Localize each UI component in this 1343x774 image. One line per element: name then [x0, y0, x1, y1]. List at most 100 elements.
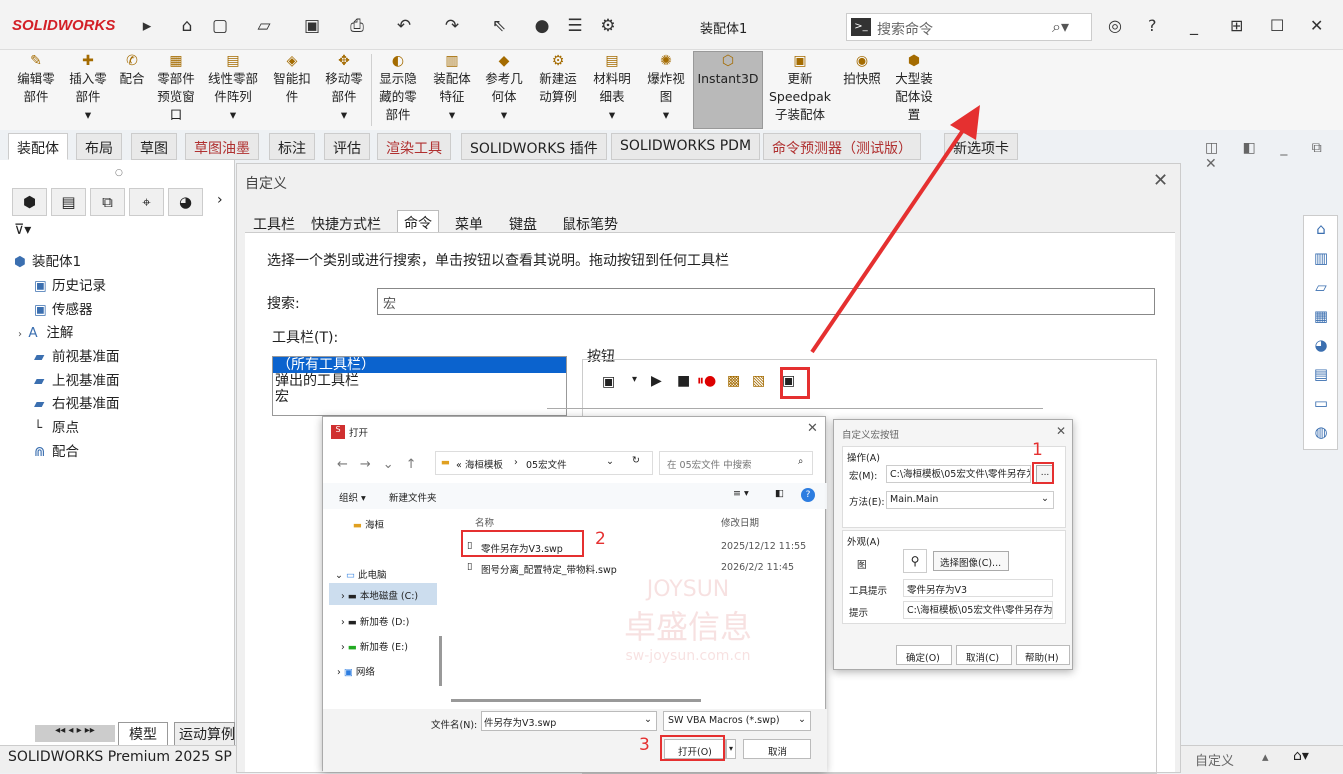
folder-search-input[interactable]: 在 05宏文件 中搜索 ⌕: [659, 451, 813, 475]
nav-item-drive-d[interactable]: › ▬ 新加卷 (D:): [341, 614, 409, 628]
select-icon[interactable]: ⇖: [487, 15, 511, 37]
tab-keyboard[interactable]: 键盘: [509, 214, 537, 234]
ribbon-show-hidden[interactable]: ◐ 显示隐 藏的零 部件: [372, 52, 424, 124]
run-macro-icon[interactable]: ▶: [651, 373, 662, 389]
close-icon[interactable]: ✕: [807, 421, 818, 436]
config-manager-tab-icon[interactable]: ⧉: [90, 188, 125, 216]
nav-scrollbar[interactable]: [439, 636, 442, 686]
horizontal-scrollbar[interactable]: [451, 699, 701, 702]
tree-item-origin[interactable]: └ 原点: [34, 416, 79, 436]
tab-scroll-arrows[interactable]: ◂◂ ◂ ▸ ▸▸: [35, 725, 115, 742]
list-item-macro[interactable]: 宏: [273, 389, 566, 405]
file-properties-icon[interactable]: ☰: [563, 15, 587, 37]
toolbar-category-list[interactable]: （所有工具栏） 弹出的工具栏 宏: [272, 356, 567, 416]
tab-model[interactable]: 模型: [118, 722, 168, 746]
design-library-icon[interactable]: ▥: [1310, 249, 1332, 271]
tree-item-annotations[interactable]: › A 注解: [18, 321, 73, 341]
ribbon-bom[interactable]: ▤ 材料明 细表 ▾: [586, 52, 638, 124]
macro-settings-icon[interactable]: ▧: [752, 373, 765, 389]
new-file-icon[interactable]: ▢: [208, 15, 232, 37]
print-icon[interactable]: ⎙: [345, 15, 369, 37]
tree-item-top-plane[interactable]: ▰ 上视基准面: [34, 369, 120, 389]
record-pause-icon[interactable]: ⏸●: [697, 373, 716, 389]
preview-pane-icon[interactable]: ◧: [775, 488, 784, 499]
nav-arrows[interactable]: ←→⌄↑: [337, 457, 429, 472]
tab-toolbars[interactable]: 工具栏: [253, 214, 295, 234]
refresh-icon[interactable]: ↻: [632, 455, 640, 466]
ribbon-insert-component[interactable]: ✚ 插入零 部件 ▾: [62, 52, 114, 124]
dropdown-arrow-icon[interactable]: ▾: [632, 374, 637, 385]
tab-menus[interactable]: 菜单: [455, 214, 483, 234]
tile-icon[interactable]: ⊞: [1230, 16, 1243, 35]
edit-macro-icon[interactable]: ▩: [727, 373, 740, 389]
tree-item-mates[interactable]: ⋒ 配合: [34, 440, 79, 460]
tree-item-front-plane[interactable]: ▰ 前视基准面: [34, 345, 120, 365]
open-dropdown-icon[interactable]: ▾: [726, 739, 736, 759]
global-icon[interactable]: ◍: [1310, 423, 1332, 445]
tree-item-right-plane[interactable]: ▰ 右视基准面: [34, 392, 120, 412]
panel-more-icon[interactable]: ›: [217, 192, 223, 208]
tab-sketch[interactable]: 草图: [131, 133, 177, 160]
prompt-field[interactable]: C:\海桓模板\05宏文件\零件另存为: [903, 601, 1053, 619]
close-icon[interactable]: ✕: [1310, 16, 1323, 35]
list-item-all-toolbars[interactable]: （所有工具栏）: [273, 357, 566, 373]
file-type-select[interactable]: SW VBA Macros (*.swp) ⌄: [663, 711, 811, 731]
minimize-icon[interactable]: _: [1190, 16, 1198, 35]
ok-button[interactable]: 确定(O): [896, 645, 952, 665]
ribbon-mate[interactable]: ✆ 配合: [114, 52, 150, 88]
tab-sketch-ink[interactable]: 草图油墨: [185, 133, 259, 160]
appearances-icon[interactable]: ◕: [1310, 336, 1332, 358]
close-icon[interactable]: ✕: [1056, 424, 1066, 438]
list-item-popup-toolbars[interactable]: 弹出的工具栏: [273, 373, 566, 389]
expand-arrow-icon[interactable]: ›: [18, 329, 28, 340]
home-icon[interactable]: ⌂: [175, 15, 199, 37]
ribbon-linear-pattern[interactable]: ▤ 线性零部 件阵列 ▾: [202, 52, 264, 124]
chevron-down-icon[interactable]: ⌄: [1041, 493, 1049, 504]
ribbon-assembly-features[interactable]: ▥ 装配体 特征 ▾: [426, 52, 478, 124]
redo-icon[interactable]: ↷: [440, 15, 464, 37]
filter-icon[interactable]: ⊽▾: [14, 222, 31, 238]
tooltip-icon[interactable]: ⌂▾: [1293, 748, 1309, 764]
ribbon-instant3d[interactable]: ⬡ Instant3D: [693, 51, 763, 129]
expand-menu-icon[interactable]: ▸: [135, 15, 159, 37]
tab-evaluate[interactable]: 评估: [324, 133, 370, 160]
nav-item-network[interactable]: › ▣ 网络: [337, 664, 375, 678]
macro-path-field[interactable]: C:\海桓模板\05宏文件\零件另存为: [886, 465, 1031, 483]
help-button[interactable]: 帮助(H): [1016, 645, 1070, 665]
search-icon[interactable]: ⌕▾: [1052, 17, 1069, 37]
tab-assembly[interactable]: 装配体: [8, 133, 68, 160]
maximize-icon[interactable]: ☐: [1270, 16, 1284, 35]
ribbon-new-motion-study[interactable]: ⚙ 新建运 动算例: [532, 52, 584, 106]
tab-layout[interactable]: 布局: [76, 133, 122, 160]
tree-item-sensors[interactable]: ▣ 传感器: [34, 298, 93, 318]
feature-manager-tab-icon[interactable]: ⬢: [12, 188, 47, 216]
tree-root[interactable]: ⬢ 装配体1: [14, 250, 81, 270]
ribbon-snapshot[interactable]: ◉ 拍快照: [838, 52, 886, 88]
save-icon[interactable]: ▣: [300, 15, 324, 37]
tab-markup[interactable]: 标注: [269, 133, 315, 160]
file-explorer-icon[interactable]: ▱: [1310, 278, 1332, 300]
command-search-input[interactable]: >_ 搜索命令 ⌕▾: [846, 13, 1092, 41]
property-manager-tab-icon[interactable]: ▤: [51, 188, 86, 216]
tab-render-tools[interactable]: 渲染工具: [377, 133, 451, 160]
view-menu-icon[interactable]: ≡ ▾: [733, 488, 749, 499]
forum-icon[interactable]: ▭: [1310, 394, 1332, 416]
options-gear-icon[interactable]: ⚙: [596, 15, 620, 37]
open-file-icon[interactable]: ▱: [252, 15, 276, 37]
nav-item-drive-c[interactable]: › ▬ 本地磁盘 (C:): [329, 583, 437, 605]
status-mode[interactable]: 自定义: [1195, 750, 1234, 769]
close-icon[interactable]: ✕: [1153, 170, 1168, 191]
rebuild-icon[interactable]: ●: [530, 15, 554, 37]
cancel-button[interactable]: 取消(C): [956, 645, 1012, 665]
tree-item-history[interactable]: ▣ 历史记录: [34, 274, 106, 294]
chevron-down-icon[interactable]: ⌄: [798, 714, 806, 725]
tooltip-field[interactable]: 零件另存为V3: [903, 579, 1053, 597]
ribbon-reference-geometry[interactable]: ◆ 参考几 何体 ▾: [478, 52, 530, 124]
stop-macro-icon[interactable]: ■: [677, 373, 690, 389]
chevron-down-icon[interactable]: ⌄: [606, 456, 614, 467]
chevron-down-icon[interactable]: ⌄: [644, 714, 652, 725]
custom-properties-icon[interactable]: ▤: [1310, 365, 1332, 387]
view-palette-icon[interactable]: ▦: [1310, 307, 1332, 329]
ribbon-move-component[interactable]: ✥ 移动零 部件 ▾: [318, 52, 370, 124]
undo-icon[interactable]: ↶: [392, 15, 416, 37]
